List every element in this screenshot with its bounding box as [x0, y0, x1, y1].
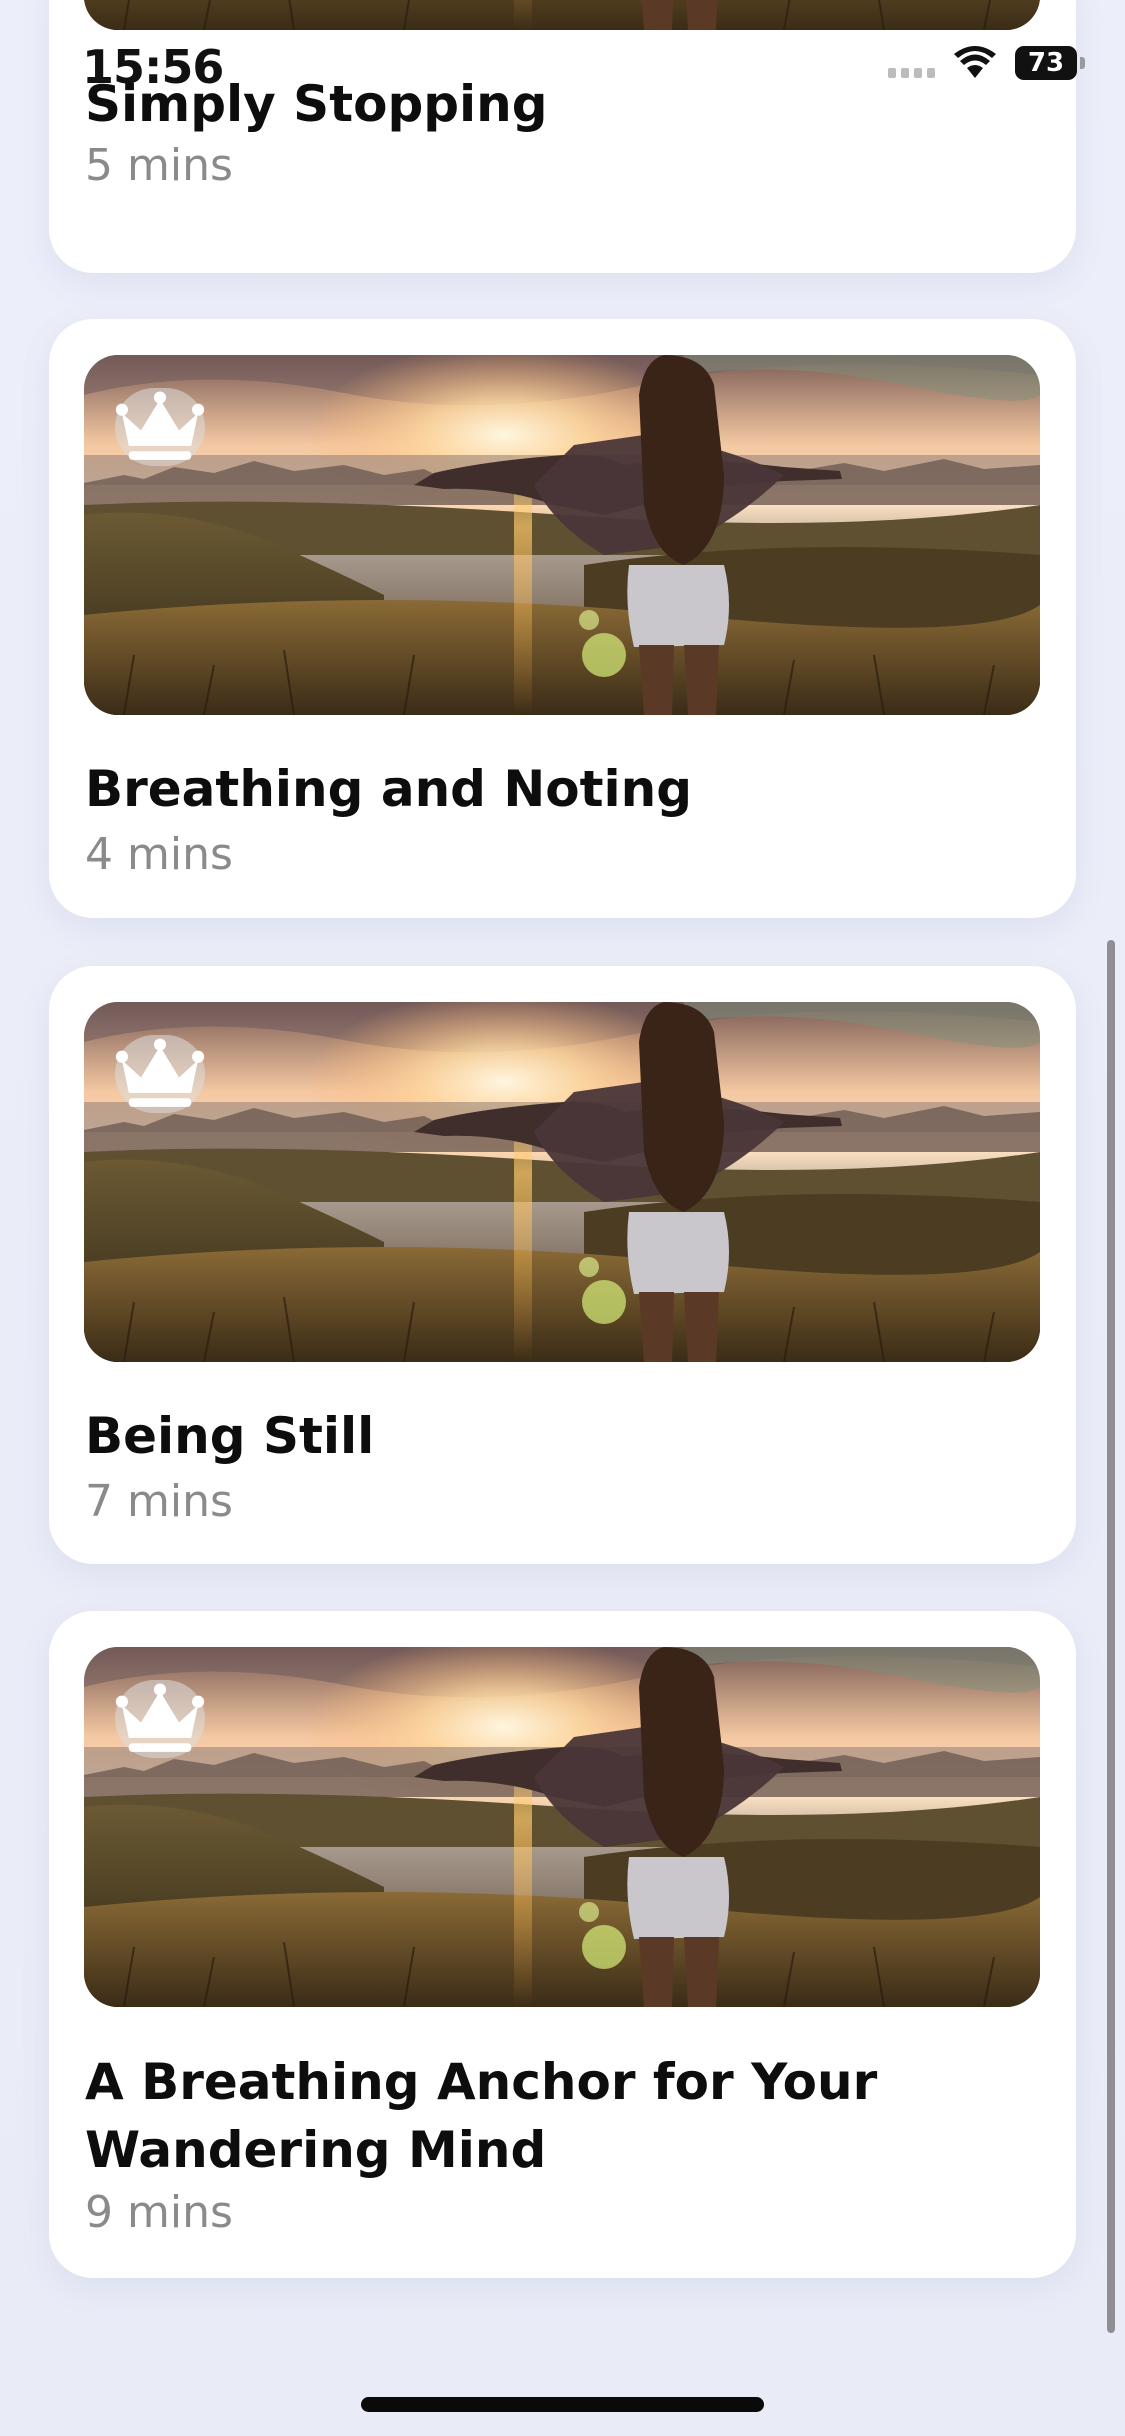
premium-badge: [115, 1035, 205, 1113]
session-title: Breathing and Noting: [85, 760, 693, 818]
session-card[interactable]: Being Still 7 mins: [49, 966, 1076, 1564]
scrollbar[interactable]: [1107, 940, 1115, 2333]
session-thumbnail: [84, 1647, 1040, 2007]
crown-icon: [115, 391, 205, 460]
session-thumbnail: [84, 1002, 1040, 1362]
session-title: Being Still: [85, 1407, 375, 1465]
session-card[interactable]: A Breathing Anchor for Your Wandering Mi…: [49, 1611, 1076, 2278]
session-duration: 9 mins: [85, 2187, 233, 2238]
status-indicators: 73: [888, 46, 1085, 80]
session-duration: 5 mins: [85, 140, 233, 191]
status-time: 15:56: [82, 40, 224, 94]
cellular-signal-icon: [888, 48, 935, 78]
session-title: A Breathing Anchor for Your Wandering Mi…: [85, 2053, 878, 2179]
crown-icon: [115, 1683, 205, 1752]
premium-badge: [115, 388, 205, 466]
session-card[interactable]: Breathing and Noting 4 mins: [49, 319, 1076, 918]
session-thumbnail: [84, 355, 1040, 715]
wifi-icon: [954, 46, 996, 78]
home-indicator[interactable]: [361, 2397, 764, 2412]
premium-badge: [115, 1680, 205, 1758]
crown-icon: [115, 1038, 205, 1107]
status-bar: 15:56 73: [0, 0, 1125, 140]
battery-level: 73: [1027, 48, 1065, 78]
session-duration: 4 mins: [85, 829, 233, 880]
session-duration: 7 mins: [85, 1476, 233, 1527]
battery-icon: 73: [1015, 46, 1085, 80]
